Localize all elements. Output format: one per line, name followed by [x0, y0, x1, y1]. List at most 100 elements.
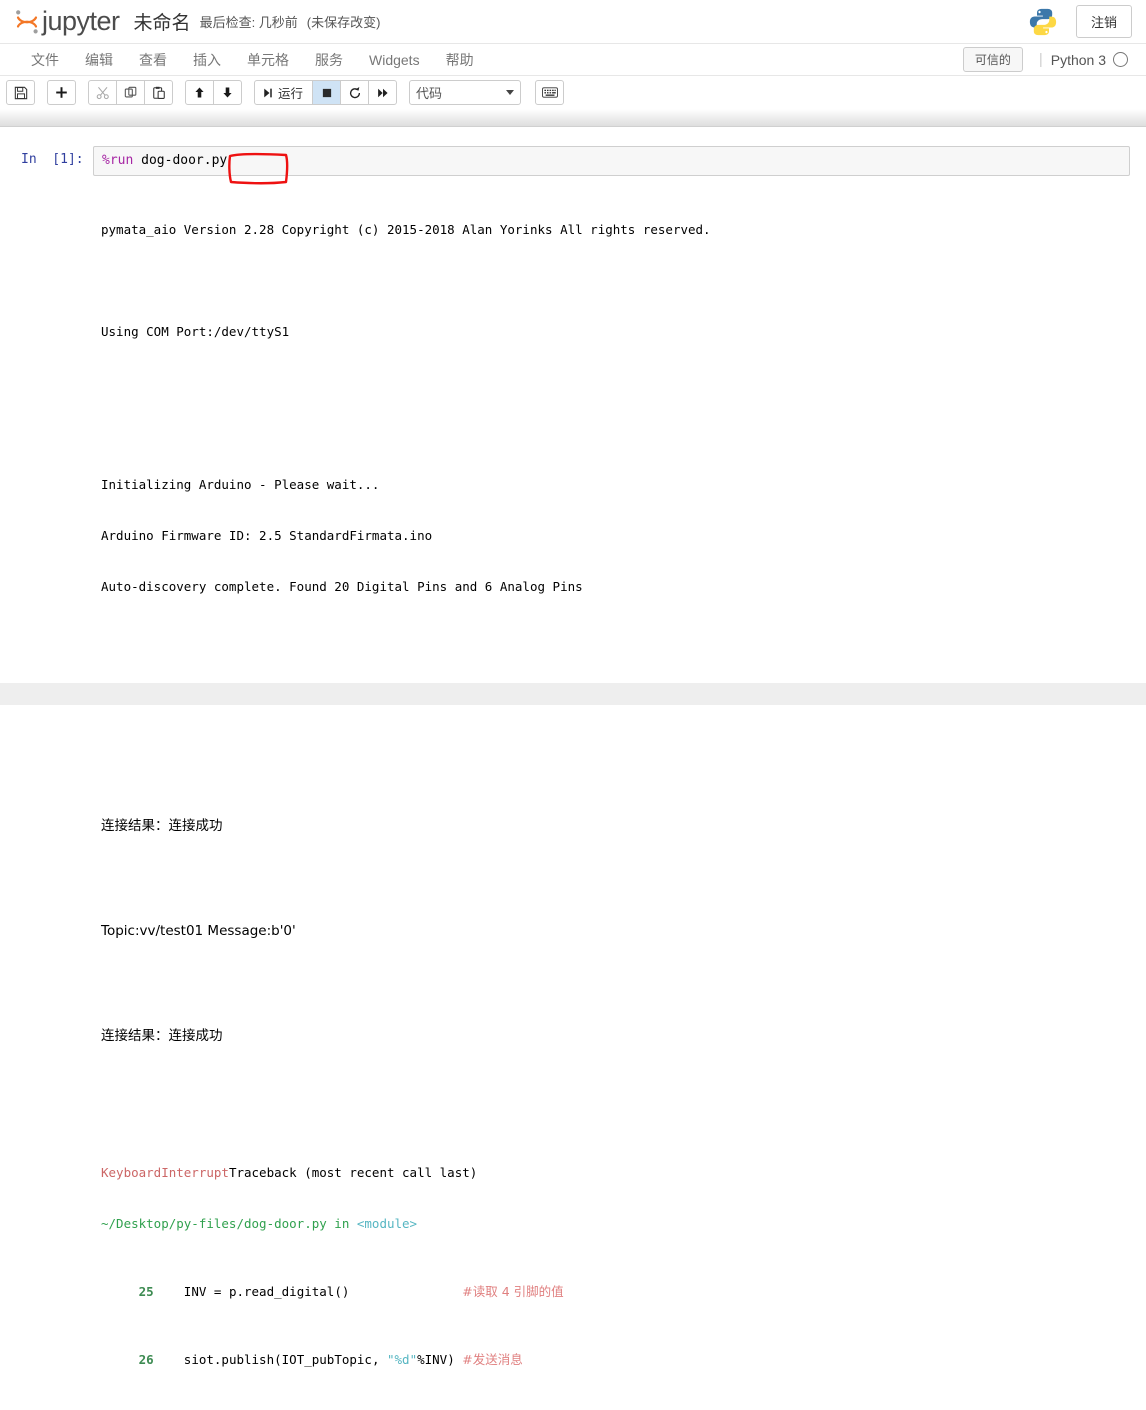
run-cell-button[interactable]: 运行: [254, 80, 314, 105]
copy-cell-button[interactable]: [116, 80, 145, 105]
traceback-file-path: ~/Desktop/py-files/dog-door.py in: [101, 1216, 357, 1231]
code-token-magic: %run: [102, 153, 134, 168]
menu-cell[interactable]: 单元格: [234, 46, 302, 74]
traceback-frame-line: 26 siot.publish(IOT_pubTopic, "%d"%INV) …: [101, 1351, 1122, 1368]
traceback-module-marker: <module>: [356, 1216, 418, 1231]
fast-forward-icon: [376, 87, 390, 99]
jupyter-logo-icon: [14, 9, 40, 35]
unsaved-changes-label: (未保存改变): [306, 15, 381, 30]
save-button[interactable]: [6, 80, 35, 105]
output-line: Initializing Arduino - Please wait...: [101, 477, 380, 492]
python-logo-icon: [1028, 7, 1058, 37]
run-step-icon: [262, 87, 274, 99]
logout-button[interactable]: 注销: [1075, 5, 1132, 38]
kernel-separator: |: [1038, 51, 1043, 68]
toolbar-group-move: [185, 80, 242, 105]
traceback-exception-name: KeyboardInterrupt: [101, 1165, 229, 1180]
add-cell-plus-icon: [55, 86, 68, 99]
output-line-connect-result-1: 连接结果：连接成功: [101, 818, 223, 834]
toolbar-group-insert: [47, 80, 76, 105]
cell-prompt-in-1: In [1]:: [21, 152, 84, 167]
chevron-down-icon: [506, 90, 515, 95]
menu-edit[interactable]: 编辑: [72, 46, 126, 74]
restart-kernel-button[interactable]: [340, 80, 370, 105]
output-line: pymata_aio Version 2.28 Copyright (c) 20…: [101, 222, 711, 237]
paste-icon: [152, 86, 166, 100]
traceback-frame-line: 25 INV = p.read_digital() #读取 4 引脚的值: [101, 1283, 1122, 1300]
output-blank-line: [101, 870, 1122, 887]
cell-type-value: 代码: [416, 86, 443, 101]
stop-square-icon: [321, 87, 333, 99]
paste-cell-button[interactable]: [144, 80, 173, 105]
notebook-body: In [1]: %run dog-door.py pymata_aio Vers…: [0, 127, 1146, 1367]
restart-refresh-icon: [348, 86, 362, 100]
output-line: Auto-discovery complete. Found 20 Digita…: [101, 579, 583, 594]
output-stream-text: pymata_aio Version 2.28 Copyright (c) 20…: [93, 181, 1130, 1410]
traceback-header-text: Traceback (most recent call last): [228, 1165, 478, 1180]
page-bottom-strip: [0, 683, 1146, 705]
cell-output-1: pymata_aio Version 2.28 Copyright (c) 20…: [16, 181, 1130, 1410]
move-cell-up-button[interactable]: [185, 80, 214, 105]
jupyter-logo[interactable]: jupyter: [14, 6, 120, 37]
copy-icon: [124, 86, 138, 100]
output-blank-line: [101, 646, 1122, 663]
command-palette-button[interactable]: [535, 80, 565, 105]
kernel-idle-circle-icon: [1113, 52, 1128, 67]
output-blank-line: [101, 975, 1122, 992]
save-floppy-icon: [14, 86, 28, 100]
output-line: Arduino Firmware ID: 2.5 StandardFirmata…: [101, 528, 433, 543]
output-blank-line: [101, 748, 1122, 765]
cut-cell-button[interactable]: [88, 80, 117, 105]
output-line-topic-message: Topic:vv/test01 Message:b'0': [101, 923, 296, 939]
menu-file[interactable]: 文件: [18, 46, 72, 74]
output-blank-line: [101, 272, 1122, 289]
notebook-title[interactable]: 未命名: [134, 8, 191, 35]
traceback-comment: #读取 4 引脚的值: [462, 1284, 564, 1299]
menu-bar: 文件 编辑 查看 插入 单元格 服务 Widgets 帮助 可信的 | Pyth…: [0, 44, 1146, 76]
traceback-header: KeyboardInterruptTraceback (most recent …: [101, 1164, 1122, 1181]
move-cell-down-button[interactable]: [213, 80, 242, 105]
jupyter-logo-text: jupyter: [42, 6, 120, 36]
run-cell-label: 运行: [278, 87, 304, 101]
output-line: Using COM Port:/dev/ttyS1: [101, 324, 290, 339]
cut-scissors-icon: [96, 86, 110, 100]
toolbar-shadow-strip: [0, 109, 1146, 127]
kernel-name-label: Python 3: [1050, 51, 1106, 68]
menubar-right-group: 可信的 | Python 3: [962, 47, 1128, 72]
keyboard-icon: [541, 87, 558, 98]
traceback-comment: #发送消息: [462, 1352, 523, 1367]
restart-and-run-all-button[interactable]: [368, 80, 398, 105]
output-blank-line: [101, 425, 1122, 442]
traceback-lineno: 25: [138, 1284, 154, 1299]
interrupt-kernel-button[interactable]: [312, 80, 342, 105]
notebook-toolbar: 运行 代码: [0, 76, 1146, 185]
header-right-group: 注销: [1028, 5, 1132, 38]
toolbar-group-save: [6, 80, 35, 105]
menu-help[interactable]: 帮助: [433, 46, 487, 74]
cell-type-dropdown[interactable]: 代码: [409, 80, 522, 105]
code-token-rest: dog-door.py: [133, 153, 228, 168]
insert-cell-below-button[interactable]: [47, 80, 76, 105]
last-checkpoint: 最后检查: 几秒前: [199, 15, 298, 30]
output-line-connect-result-2: 连接结果：连接成功: [101, 1028, 223, 1044]
app-header: jupyter 未命名 最后检查: 几秒前 (未保存改变) 注销: [0, 0, 1146, 44]
output-prompt-spacer: [21, 181, 93, 1410]
traceback-string-literal: "%d": [387, 1352, 418, 1367]
traceback-source-tail: %INV): [417, 1352, 463, 1367]
menu-widgets[interactable]: Widgets: [356, 48, 433, 72]
output-blank-line: [101, 374, 1122, 391]
arrow-down-icon: [221, 86, 234, 99]
traceback-block: KeyboardInterruptTraceback (most recent …: [101, 1130, 1122, 1410]
menu-insert[interactable]: 插入: [180, 46, 234, 74]
menu-kernel[interactable]: 服务: [302, 46, 356, 74]
traceback-file-line: ~/Desktop/py-files/dog-door.py in <modul…: [101, 1215, 1122, 1232]
menu-view[interactable]: 查看: [126, 46, 180, 74]
toolbar-group-run: 运行: [254, 80, 398, 105]
code-input-1[interactable]: %run dog-door.py: [93, 146, 1130, 176]
traceback-gap: [349, 1284, 462, 1299]
code-cell-1[interactable]: In [1]: %run dog-door.py: [16, 141, 1130, 181]
traceback-source: siot.publish(IOT_pubTopic,: [153, 1352, 387, 1367]
arrow-up-icon: [193, 86, 206, 99]
traceback-lineno: 26: [138, 1352, 154, 1367]
trusted-badge[interactable]: 可信的: [962, 47, 1023, 72]
